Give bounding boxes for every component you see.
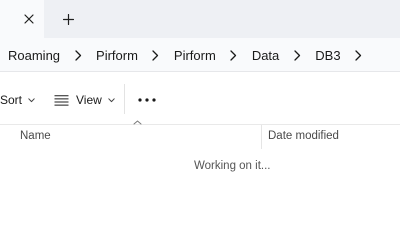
tab-strip	[0, 0, 400, 38]
column-date-modified-header[interactable]: Date modified	[268, 130, 339, 142]
chevron-right-icon[interactable]	[139, 47, 173, 63]
breadcrumb-item-pirform-2[interactable]: Pirform	[173, 48, 217, 63]
close-icon[interactable]	[20, 10, 38, 28]
chevron-down-icon	[28, 97, 35, 103]
sort-button[interactable]: Sort	[0, 90, 35, 110]
breadcrumb-item-data[interactable]: Data	[251, 48, 280, 63]
chevron-right-icon[interactable]	[217, 47, 251, 63]
chevron-right-icon[interactable]	[342, 47, 376, 63]
breadcrumb-item-db3[interactable]: DB3	[314, 48, 341, 63]
column-name-header[interactable]: Name	[20, 130, 51, 142]
view-label: View	[76, 93, 102, 107]
breadcrumb: Roaming Pirform Pirform Data DB3	[7, 38, 376, 72]
breadcrumb-item-roaming[interactable]: Roaming	[7, 48, 61, 63]
plus-icon[interactable]	[58, 9, 78, 29]
address-bar[interactable]: Roaming Pirform Pirform Data DB3	[0, 38, 400, 72]
column-header: Name Date modified	[0, 120, 400, 149]
toolbar-divider	[124, 84, 125, 114]
view-icon	[54, 94, 69, 106]
chevron-right-icon[interactable]	[280, 47, 314, 63]
sort-label: Sort	[0, 93, 23, 107]
column-divider[interactable]	[261, 125, 262, 149]
sort-ascending-icon	[133, 120, 142, 125]
view-button[interactable]: View	[54, 90, 115, 110]
active-tab[interactable]	[0, 0, 44, 38]
loading-status: Working on it...	[194, 160, 271, 172]
command-bar: Sort View	[0, 72, 400, 124]
more-horizontal-icon[interactable]	[136, 91, 158, 109]
breadcrumb-item-pirform[interactable]: Pirform	[95, 48, 139, 63]
file-explorer-window: Roaming Pirform Pirform Data DB3 Sort Vi…	[0, 0, 400, 204]
chevron-right-icon[interactable]	[61, 47, 95, 63]
chevron-down-icon	[108, 97, 115, 103]
